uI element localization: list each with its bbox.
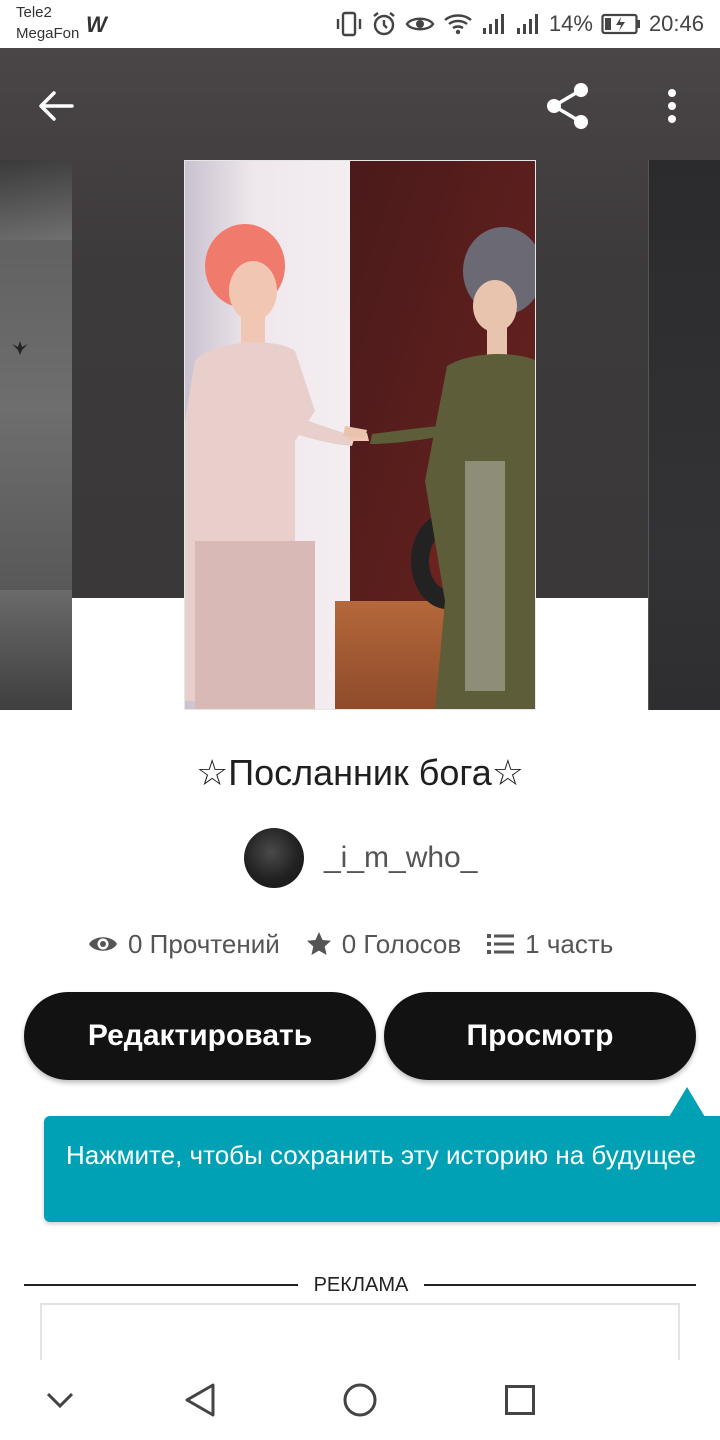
share-icon — [547, 83, 588, 129]
square-recents-icon — [505, 1385, 535, 1415]
arrow-left-icon — [39, 91, 74, 121]
cover-current-story[interactable] — [184, 160, 536, 710]
more-options-button[interactable] — [650, 80, 694, 132]
status-bar: Tele2 MegaFon W 14% 20:46 — [0, 0, 720, 48]
view-button[interactable]: Просмотр — [384, 992, 696, 1080]
cover-art — [185, 161, 535, 709]
clock: 20:46 — [648, 11, 704, 36]
ad-label: РЕКЛАМА — [313, 1274, 409, 1296]
cover-previous-story[interactable] — [0, 160, 72, 710]
share-button[interactable] — [540, 78, 596, 134]
nav-home-button[interactable] — [320, 1360, 400, 1440]
nav-back-button[interactable] — [160, 1360, 240, 1440]
more-vertical-icon — [668, 89, 676, 123]
carrier-megafon: MegaFon — [16, 25, 80, 42]
wattpad-notification-icon: W — [86, 12, 107, 37]
avatar — [244, 828, 304, 888]
alarm-icon — [373, 12, 395, 36]
cover-roof-detail — [0, 160, 72, 240]
ad-divider-left — [24, 1284, 298, 1286]
eye-icon — [89, 937, 117, 951]
ad-divider-right — [424, 1284, 696, 1286]
votes-stat: 0 Голосов — [306, 929, 461, 960]
triangle-back-icon — [185, 1383, 215, 1417]
status-icons: 14% 20:46 — [335, 8, 704, 40]
star-icon — [306, 932, 331, 955]
signal-2-icon — [516, 14, 538, 34]
circle-home-icon — [343, 1383, 377, 1417]
battery-charging-icon — [601, 13, 640, 35]
cover-ground-detail — [0, 590, 72, 710]
signal-1-icon — [482, 14, 504, 34]
tooltip-text: Нажмите, чтобы сохранить эту историю на … — [66, 1140, 697, 1170]
author-name: _i_m_who_ — [324, 841, 478, 874]
nav-recents-button[interactable] — [480, 1360, 560, 1440]
list-icon — [487, 934, 515, 954]
system-navigation-bar — [0, 1360, 720, 1440]
bird-silhouette — [12, 341, 28, 355]
parts-stat: 1 часть — [487, 929, 613, 960]
hide-navbar-button[interactable] — [20, 1360, 100, 1440]
parts-count: 1 часть — [525, 928, 614, 959]
eye-comfort-icon — [405, 17, 435, 31]
tooltip-pointer — [669, 1087, 705, 1117]
edit-button[interactable]: Редактировать — [24, 992, 376, 1080]
votes-count: 0 Голосов — [341, 928, 462, 959]
story-stats: 0 Прочтений 0 Голосов 1 часть — [88, 922, 613, 966]
author-link[interactable]: _i_m_who_ — [244, 828, 477, 888]
carrier-tele2: Tele2 — [16, 4, 52, 21]
chevron-down-icon — [46, 1392, 74, 1409]
battery-percent: 14% — [548, 11, 593, 36]
reads-count: 0 Прочтений — [128, 928, 280, 959]
reads-stat: 0 Прочтений — [88, 929, 280, 960]
vibrate-icon — [336, 11, 362, 37]
cover-next-story[interactable] — [648, 160, 720, 710]
ad-container[interactable] — [40, 1303, 680, 1363]
back-button[interactable] — [30, 80, 82, 132]
save-story-tooltip[interactable]: Нажмите, чтобы сохранить эту историю на … — [44, 1116, 720, 1222]
story-title: ☆Посланник бога☆ — [195, 752, 525, 793]
wifi-icon — [444, 14, 472, 35]
